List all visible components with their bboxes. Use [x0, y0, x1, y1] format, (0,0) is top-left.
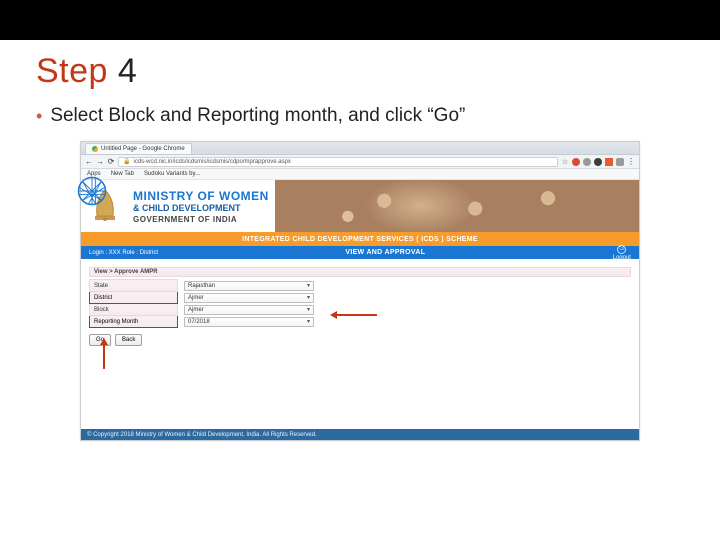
label-reporting-month: Reporting Month	[90, 316, 178, 328]
select-state[interactable]: Rajasthan ▾	[184, 281, 314, 291]
label-state: State	[90, 280, 178, 292]
ministry-line2: & CHILD DEVELOPMENT	[133, 203, 269, 213]
logout-icon: ⎋	[617, 245, 626, 254]
browser-back-icon[interactable]: ←	[85, 158, 93, 166]
chrome-favicon-icon	[92, 146, 98, 152]
browser-address-bar: ← → ⟳ 🔒 icds-wcd.nic.in/icds/icdsmis/icd…	[81, 155, 639, 169]
select-block[interactable]: Ajmer ▾	[184, 305, 314, 315]
browser-forward-icon[interactable]: →	[96, 158, 104, 166]
select-reporting-month[interactable]: 07/2018 ▾	[184, 317, 314, 327]
browser-tab-title: Untitled Page - Google Chrome	[101, 146, 185, 152]
breadcrumb: View > Approve AMPR	[89, 267, 631, 277]
chevron-down-icon: ▾	[307, 282, 310, 289]
info-bar: Login : XXX Role : District VIEW AND APP…	[81, 246, 639, 259]
slide-title: Step 4	[36, 52, 720, 91]
breadcrumb-text: View > Approve AMPR	[94, 269, 158, 275]
back-button[interactable]: Back	[115, 334, 142, 346]
form-row-district: District Ajmer ▾	[90, 292, 318, 304]
form-row-reporting-month: Reporting Month 07/2018 ▾	[90, 316, 318, 328]
annotation-arrow-select	[333, 314, 377, 316]
chevron-down-icon: ▾	[307, 306, 310, 313]
site-banner: MINISTRY OF WOMEN & CHILD DEVELOPMENT GO…	[81, 180, 639, 232]
login-role: Login : XXX Role : District	[89, 250, 158, 256]
star-icon[interactable]: ☆	[561, 158, 569, 166]
ministry-line1: MINISTRY OF WOMEN	[133, 189, 269, 203]
lock-icon: 🔒	[123, 158, 130, 165]
form-area: View > Approve AMPR State Rajasthan ▾	[81, 259, 639, 440]
browser-menu-icon[interactable]: ⋮	[627, 158, 635, 166]
bullet-icon: •	[36, 107, 42, 125]
select-block-value: Ajmer	[188, 307, 204, 313]
extension-icon[interactable]	[572, 158, 580, 166]
page-mode: VIEW AND APPROVAL	[345, 249, 425, 256]
scheme-title-bar: INTEGRATED CHILD DEVELOPMENT SERVICES ( …	[81, 232, 639, 246]
select-district-value: Ajmer	[188, 295, 204, 301]
form-row-state: State Rajasthan ▾	[90, 280, 318, 292]
banner-photo	[275, 180, 639, 232]
extension-icon[interactable]	[605, 158, 613, 166]
label-district: District	[90, 292, 178, 304]
bookmark-item[interactable]: New Tab	[111, 171, 134, 177]
govt-of-india-label: GOVERNMENT OF INDIA	[133, 215, 269, 224]
copyright-text: © Copyright 2018 Ministry of Women & Chi…	[87, 432, 317, 438]
extension-icon[interactable]	[594, 158, 602, 166]
page-content: MINISTRY OF WOMEN & CHILD DEVELOPMENT GO…	[81, 180, 639, 440]
slide-title-word-step: Step	[36, 52, 108, 90]
browser-window: Untitled Page - Google Chrome ← → ⟳ 🔒 ic…	[80, 141, 640, 441]
avatar-icon[interactable]	[616, 158, 624, 166]
slide-title-number: 4	[118, 52, 137, 90]
select-district[interactable]: Ajmer ▾	[184, 293, 314, 303]
browser-bookmark-bar: Apps New Tab Sudoku Variants by...	[81, 169, 639, 180]
instruction-text: Select Block and Reporting month, and cl…	[50, 105, 465, 127]
banner-title-block: MINISTRY OF WOMEN & CHILD DEVELOPMENT GO…	[129, 180, 269, 232]
instruction-bullet: • Select Block and Reporting month, and …	[36, 105, 720, 127]
browser-reload-icon[interactable]: ⟳	[107, 158, 115, 166]
ashoka-chakra-icon	[77, 176, 107, 206]
browser-tab[interactable]: Untitled Page - Google Chrome	[85, 143, 192, 154]
browser-url-input[interactable]: 🔒 icds-wcd.nic.in/icds/icdsmis/icdsmis/c…	[118, 157, 558, 167]
filter-form: State Rajasthan ▾ District Ajmer	[89, 279, 318, 328]
browser-tab-bar: Untitled Page - Google Chrome	[81, 142, 639, 155]
annotation-arrow-go	[103, 341, 105, 369]
extension-icon[interactable]	[583, 158, 591, 166]
select-state-value: Rajasthan	[188, 283, 215, 289]
scheme-title: INTEGRATED CHILD DEVELOPMENT SERVICES ( …	[242, 236, 478, 243]
title-accent-bar	[0, 0, 720, 40]
browser-url-text: icds-wcd.nic.in/icds/icdsmis/icdsmis/cdp…	[133, 159, 290, 165]
bookmark-item[interactable]: Sudoku Variants by...	[144, 171, 200, 177]
chevron-down-icon: ▾	[307, 318, 310, 325]
select-reporting-month-value: 07/2018	[188, 319, 210, 325]
form-row-block: Block Ajmer ▾	[90, 304, 318, 316]
site-footer: © Copyright 2018 Ministry of Women & Chi…	[81, 429, 639, 440]
chevron-down-icon: ▾	[307, 294, 310, 301]
label-block: Block	[90, 304, 178, 316]
